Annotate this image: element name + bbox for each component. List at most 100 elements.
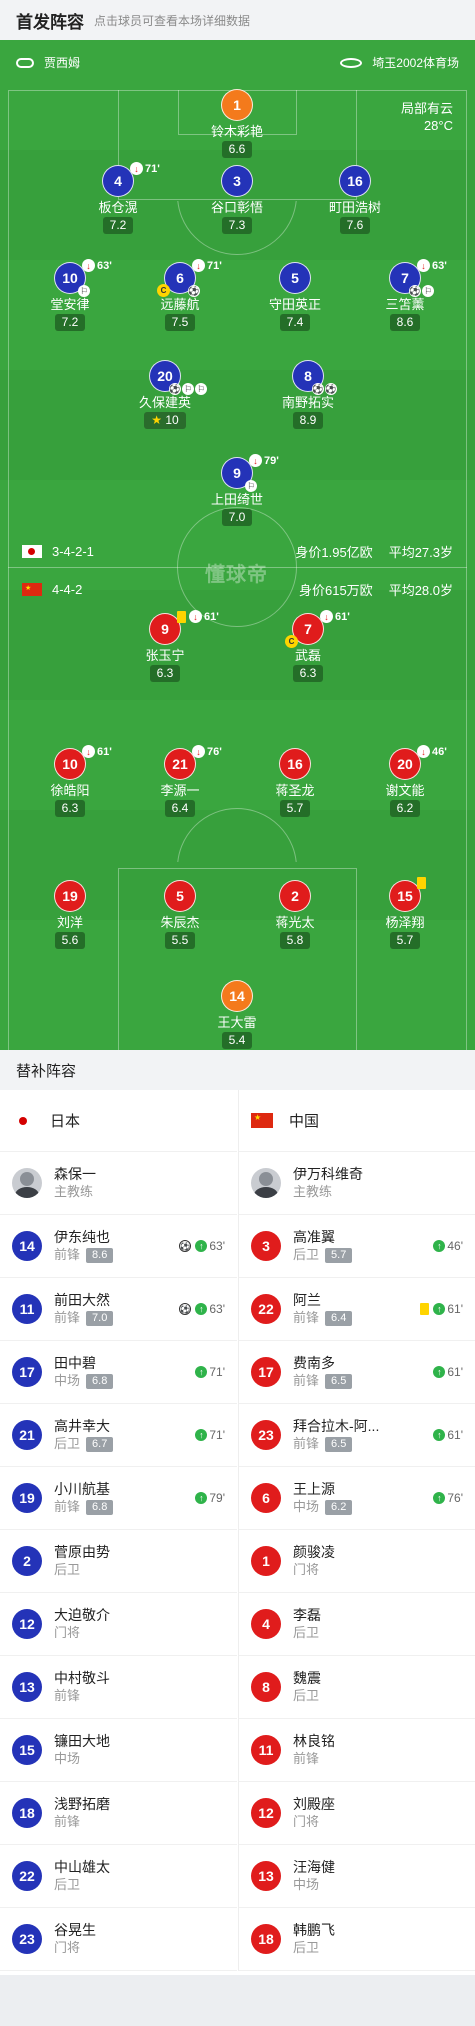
- sub-player-row[interactable]: 12 大迫敬介 门将: [0, 1593, 237, 1656]
- player-name: 镰田大地: [54, 1733, 110, 1749]
- player-events: ↓ 63': [417, 259, 447, 272]
- player-jp-20[interactable]: 20 ⚽ ⚐ ⚐ 久保建英 ★ 10: [115, 360, 215, 429]
- player-cn-10[interactable]: 10 ↓ 61' 徐皓阳 6.3: [20, 745, 120, 817]
- japan-subs-header: 日本: [0, 1090, 237, 1152]
- captain-icon: C: [157, 284, 170, 297]
- player-number: 14: [12, 1231, 42, 1261]
- sub-player-row[interactable]: 23 拜合拉木-阿... 前锋 6.5 ↑ 61': [239, 1404, 475, 1467]
- temperature-text: 28°C: [423, 118, 453, 133]
- player-jp-7[interactable]: 7 ↓ 63' ⚽ ⚐ 三笘薰 8.6: [355, 259, 455, 331]
- sub-player-row[interactable]: 6 王上源 中场 6.2 ↑ 76': [239, 1467, 475, 1530]
- sub-minute: 79': [209, 1491, 225, 1505]
- sub-player-row[interactable]: 1 颜骏凌 门将: [239, 1530, 475, 1593]
- player-cn-2[interactable]: 2 蒋光太 5.8: [245, 880, 345, 949]
- player-cn-19[interactable]: 19 刘洋 5.6: [20, 880, 120, 949]
- player-jp-gk[interactable]: 1 铃木彩艳 6.6: [187, 89, 287, 158]
- player-number: 23: [251, 1420, 281, 1450]
- player-number: 15: [12, 1735, 42, 1765]
- player-cn-16[interactable]: 16 蒋圣龙 5.7: [245, 748, 345, 817]
- sub-player-row[interactable]: 12 刘殿座 门将: [239, 1782, 475, 1845]
- sub-out-icon: ↓: [249, 454, 262, 467]
- player-number: 16: [339, 165, 371, 197]
- player-name: 菅原由势: [54, 1544, 110, 1560]
- sub-minute: 46': [447, 1239, 463, 1253]
- sub-player-row[interactable]: 22 阿兰 前锋 6.4 ↑ 61': [239, 1278, 475, 1341]
- sub-player-row[interactable]: 13 汪海健 中场: [239, 1845, 475, 1908]
- sub-player-row[interactable]: 18 浅野拓磨 前锋: [0, 1782, 237, 1845]
- sub-player-row[interactable]: 2 菅原由势 后卫: [0, 1530, 237, 1593]
- stadium-name: 埼玉2002体育场: [372, 56, 459, 70]
- sub-event: ⚽ ↑ 63': [179, 1239, 225, 1253]
- sub-player-row[interactable]: 17 费南多 前锋 6.5 ↑ 61': [239, 1341, 475, 1404]
- player-number: 12: [12, 1609, 42, 1639]
- china-team-info: ★ 4-4-2 身价615万欧 平均28.0岁: [0, 580, 475, 599]
- sub-event: ↑ 71': [195, 1428, 225, 1442]
- player-jp-9[interactable]: 9 ↓ 79' ⚐ 上田绮世 7.0: [187, 454, 287, 526]
- player-cn-9[interactable]: 9 ↓ 61' 张玉宁 6.3: [115, 610, 219, 682]
- sub-player-row[interactable]: 21 高井幸大 后卫 6.7 ↑ 71': [0, 1404, 237, 1467]
- player-cn-15[interactable]: 15 杨泽翔 5.7: [355, 877, 455, 949]
- sub-player-row[interactable]: 11 林良铭 前锋: [239, 1719, 475, 1782]
- player-name: 守田英正: [268, 297, 321, 312]
- sub-out-icon: ↓: [82, 259, 95, 272]
- sub-player-row[interactable]: 22 中山雄太 后卫: [0, 1845, 237, 1908]
- sub-in-icon: ↑: [195, 1366, 208, 1378]
- player-name: 李磊: [293, 1607, 321, 1623]
- player-jp-10[interactable]: 10 ↓ 63' ⚐ 堂安律 7.2: [20, 259, 120, 331]
- player-rating: 8.9: [292, 412, 324, 429]
- player-number: 21: [12, 1420, 42, 1450]
- sub-player-row[interactable]: 13 中村敬斗 前锋: [0, 1656, 237, 1719]
- player-jp-3[interactable]: 3 谷口彰悟 7.3: [187, 165, 287, 234]
- player-position: 后卫: [54, 1436, 81, 1451]
- japan-avg-age: 平均27.3岁: [388, 545, 453, 560]
- player-jp-5[interactable]: 5 守田英正 7.4: [245, 262, 345, 331]
- player-number: 4: [114, 173, 122, 189]
- sub-player-row[interactable]: 23 谷晃生 门将: [0, 1908, 237, 1971]
- lineup-hint: 点击球员可查看本场详细数据: [94, 13, 251, 28]
- player-cn-7[interactable]: 7 ↓ 61' C 武磊 6.3: [258, 610, 358, 682]
- sub-player-row[interactable]: 19 小川航基 前锋 6.8 ↑ 79': [0, 1467, 237, 1530]
- japan-coach[interactable]: 森保一 主教练: [0, 1152, 237, 1215]
- sub-player-row[interactable]: 14 伊东纯也 前锋 8.6 ⚽ ↑ 63': [0, 1215, 237, 1278]
- sub-player-row[interactable]: 17 田中碧 中场 6.8 ↑ 71': [0, 1341, 237, 1404]
- player-number: 13: [251, 1861, 281, 1891]
- player-jp-16[interactable]: 16 町田浩树 7.6: [305, 165, 405, 234]
- player-position: 中场: [293, 1499, 320, 1514]
- player-cn-5[interactable]: 5 朱辰杰 5.5: [130, 880, 230, 949]
- sub-player-row[interactable]: 15 镰田大地 中场: [0, 1719, 237, 1782]
- player-events: ↓ 61': [320, 610, 350, 623]
- player-events: ↓ 71': [130, 162, 160, 175]
- player-jp-4[interactable]: 4 ↓ 71' 板仓滉 7.2: [68, 162, 168, 234]
- player-events: [417, 877, 429, 889]
- player-cn-20[interactable]: 20 ↓ 46' 谢文能 6.2: [355, 745, 455, 817]
- goal-icon: ⚽: [312, 383, 324, 395]
- player-rating: 6.4: [325, 1310, 353, 1326]
- player-number: 6: [176, 270, 184, 286]
- player-name: 拜合拉木-阿...: [293, 1418, 380, 1434]
- player-name: 上田绮世: [210, 492, 263, 507]
- sub-player-row[interactable]: 3 高准翼 后卫 5.7 ↑ 46': [239, 1215, 475, 1278]
- player-cn-21[interactable]: 21 ↓ 76' 李源一 6.4: [130, 745, 230, 817]
- player-number: 8: [304, 368, 312, 384]
- player-cn-gk[interactable]: 14 王大雷 5.4: [187, 980, 287, 1049]
- sub-player-row[interactable]: 4 李磊 后卫: [239, 1593, 475, 1656]
- coach-name: 伊万科维奇: [293, 1166, 363, 1182]
- player-jp-8[interactable]: 8 ⚽ ⚽ 南野拓实 8.9: [258, 360, 358, 429]
- player-rating: 6.2: [389, 800, 421, 817]
- player-name: 高准翼: [293, 1229, 335, 1245]
- sub-player-row[interactable]: 8 魏震 后卫: [239, 1656, 475, 1719]
- player-jp-6[interactable]: 6 ↓ 71' ⚽ C 远藤航 7.5: [130, 259, 230, 331]
- assist-icon: ⚐: [182, 383, 194, 395]
- player-name: 南野拓实: [281, 395, 334, 410]
- player-name: 板仓滉: [98, 200, 138, 215]
- sub-in-icon: ↑: [195, 1429, 208, 1441]
- japan-formation: 3-4-2-1: [52, 544, 94, 559]
- china-flag-icon: ★: [22, 583, 42, 596]
- china-coach[interactable]: 伊万科维奇 主教练: [239, 1152, 475, 1215]
- sub-player-row[interactable]: 11 前田大然 前锋 7.0 ⚽ ↑ 63': [0, 1278, 237, 1341]
- page-footer: [0, 1975, 475, 2026]
- player-rating: 5.4: [221, 1032, 253, 1049]
- player-number: 2: [12, 1546, 42, 1576]
- player-name: 汪海健: [293, 1859, 335, 1875]
- sub-player-row[interactable]: 18 韩鹏飞 后卫: [239, 1908, 475, 1971]
